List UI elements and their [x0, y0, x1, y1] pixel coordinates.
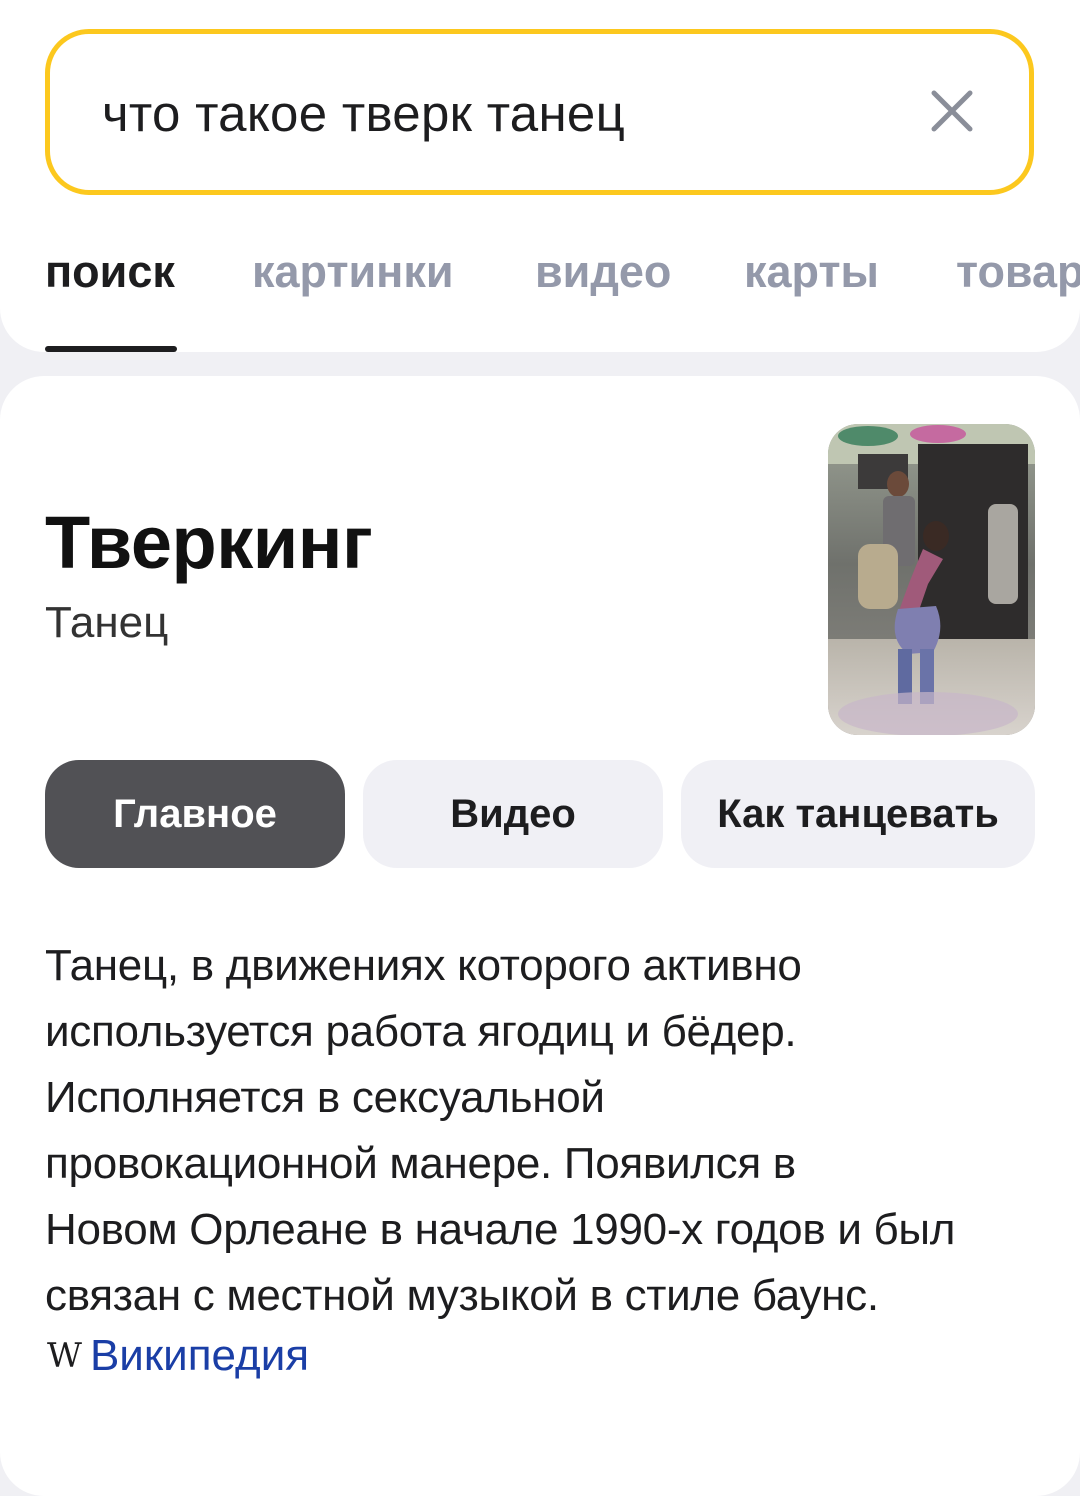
search-header: что такое тверк танец поиск картинки вид…: [0, 0, 1080, 352]
tab-search[interactable]: поиск: [45, 246, 175, 298]
active-tab-indicator: [45, 346, 177, 352]
entity-subtitle: Танец: [45, 598, 169, 647]
entity-card: Тверкинг Танец Главное Видео Как танцева…: [0, 376, 1080, 1496]
pill-main[interactable]: Главное: [45, 760, 345, 868]
tab-maps[interactable]: карты: [744, 246, 879, 298]
description-line: Исполняется в сексуальной: [45, 1073, 605, 1122]
pill-how-to-dance[interactable]: Как танцевать: [681, 760, 1035, 868]
description-line: связан с местной музыкой в стиле баунс.: [45, 1271, 879, 1320]
search-tabs: поиск картинки видео карты товар: [0, 240, 1080, 352]
wikipedia-source-link[interactable]: W Википедия: [47, 1326, 309, 1386]
description-line: Танец, в движениях которого активно: [45, 941, 802, 990]
entity-description: Танец, в движениях которого активно испо…: [45, 933, 1045, 1329]
entity-title: Тверкинг: [45, 501, 373, 584]
description-line: Новом Орлеане в начале 1990-х годов и бы…: [45, 1205, 956, 1254]
description-line: используется работа ягодиц и бёдер.: [45, 1007, 797, 1056]
wikipedia-icon: W: [47, 1336, 82, 1376]
source-label[interactable]: Википедия: [90, 1331, 309, 1381]
pill-video[interactable]: Видео: [363, 760, 663, 868]
tab-video[interactable]: видео: [535, 246, 671, 298]
tab-products[interactable]: товар: [956, 246, 1080, 298]
search-input[interactable]: что такое тверк танец: [45, 29, 1034, 195]
entity-image[interactable]: [828, 424, 1035, 735]
entity-tabs: Главное Видео Как танцевать: [45, 760, 1035, 868]
description-line: провокационной манере. Появился в: [45, 1139, 796, 1188]
search-query-text[interactable]: что такое тверк танец: [102, 84, 625, 143]
close-icon[interactable]: [927, 86, 977, 136]
tab-images[interactable]: картинки: [252, 246, 454, 298]
